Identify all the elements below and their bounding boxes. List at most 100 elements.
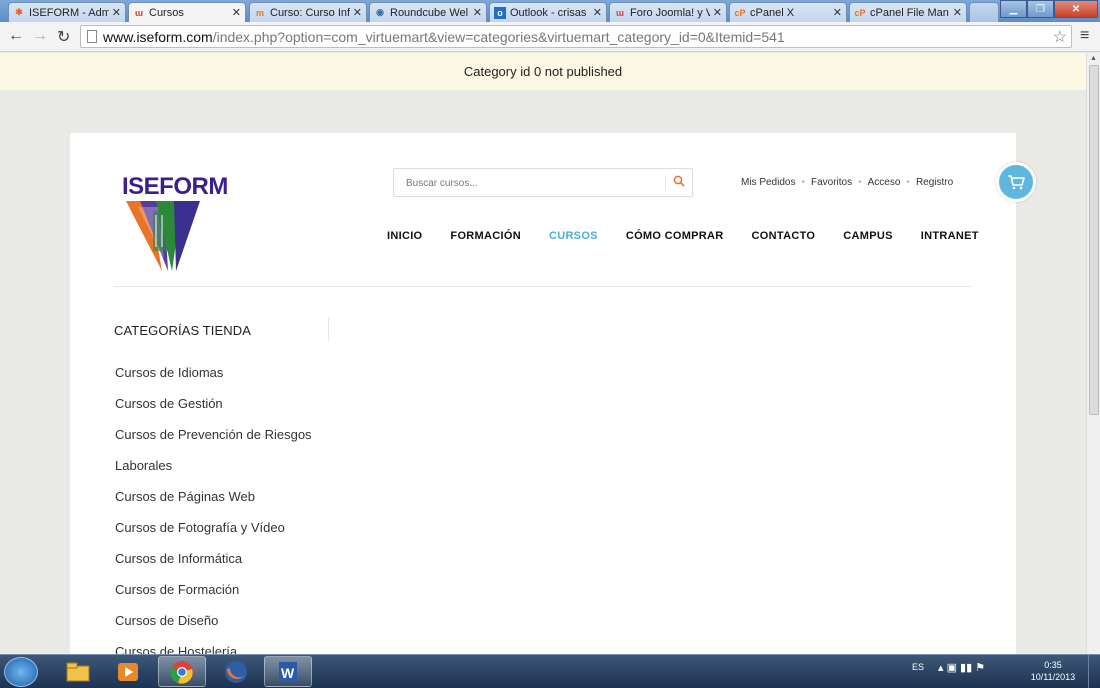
category-prevencion-riesgos-cont[interactable]: Laborales bbox=[115, 452, 315, 480]
close-tab-icon[interactable]: ✕ bbox=[713, 6, 722, 19]
bookmark-star-icon[interactable]: ☆ bbox=[1053, 27, 1067, 47]
tray-icons[interactable]: ▴ ▣ ▮▮ ⚑ bbox=[938, 661, 985, 674]
category-formacion[interactable]: Cursos de Formación bbox=[115, 576, 315, 604]
w-icon: ɯ bbox=[134, 7, 143, 18]
scrollbar-thumb[interactable] bbox=[1089, 65, 1099, 415]
cpanel-icon: cP bbox=[734, 7, 746, 18]
close-tab-icon[interactable]: ✕ bbox=[232, 6, 241, 19]
nav-como-comprar[interactable]: CÓMO COMPRAR bbox=[626, 230, 724, 242]
tab-roundcube[interactable]: ◉ Roundcube Wel ✕ bbox=[369, 2, 487, 22]
roundcube-icon: ◉ bbox=[376, 7, 384, 17]
main-navigation: INICIO FORMACIÓN CURSOS CÓMO COMPRAR CON… bbox=[387, 230, 1007, 242]
nav-contacto[interactable]: CONTACTO bbox=[752, 230, 816, 242]
nav-intranet[interactable]: INTRANET bbox=[921, 230, 979, 242]
vertical-scrollbar[interactable]: ▲ bbox=[1086, 53, 1100, 654]
top-links: Mis Pedidos • Favoritos • Acceso • Registro bbox=[741, 177, 953, 188]
cart-button[interactable] bbox=[996, 162, 1036, 202]
explorer-icon[interactable] bbox=[54, 656, 102, 687]
language-indicator[interactable]: ES bbox=[912, 662, 924, 672]
forward-icon[interactable]: → bbox=[32, 27, 48, 45]
tab-title: cPanel File Man bbox=[870, 6, 949, 19]
word-icon[interactable]: W bbox=[264, 656, 312, 687]
close-tab-icon[interactable]: ✕ bbox=[833, 6, 842, 19]
browser-menu-icon[interactable]: ≡ bbox=[1080, 27, 1089, 45]
category-idiomas[interactable]: Cursos de Idiomas bbox=[115, 359, 315, 387]
link-mis-pedidos[interactable]: Mis Pedidos bbox=[741, 177, 795, 188]
categories-heading: CATEGORÍAS TIENDA bbox=[114, 323, 252, 338]
tab-cpanel-file-manager[interactable]: cP cPanel File Man ✕ bbox=[849, 2, 967, 22]
outlook-icon: o bbox=[494, 6, 506, 19]
media-player-icon[interactable] bbox=[104, 656, 152, 687]
category-diseno[interactable]: Cursos de Diseño bbox=[115, 607, 315, 635]
link-favoritos[interactable]: Favoritos bbox=[811, 177, 852, 188]
firefox-icon[interactable] bbox=[212, 656, 260, 687]
close-tab-icon[interactable]: ✕ bbox=[593, 6, 602, 19]
page-icon bbox=[87, 30, 97, 43]
header-divider bbox=[114, 286, 972, 287]
tab-curso-inf[interactable]: m Curso: Curso Inf ✕ bbox=[249, 2, 367, 22]
nav-cursos[interactable]: CURSOS bbox=[549, 230, 598, 242]
category-prevencion-riesgos[interactable]: Cursos de Prevención de Riesgos bbox=[115, 421, 315, 449]
close-tab-icon[interactable]: ✕ bbox=[112, 6, 121, 19]
url-path: /index.php?option=com_virtuemart&view=ca… bbox=[212, 29, 785, 45]
moodle-icon: m bbox=[255, 7, 264, 18]
search-input[interactable]: Buscar cursos... bbox=[406, 178, 478, 189]
url-host: www.iseform.com bbox=[103, 29, 213, 45]
nav-formacion[interactable]: FORMACIÓN bbox=[450, 230, 521, 242]
joomla-icon: ✱ bbox=[15, 7, 23, 17]
tab-outlook[interactable]: o Outlook - crisas ✕ bbox=[489, 2, 607, 22]
tab-iseform-admin[interactable]: ✱ ISEFORM - Adm ✕ bbox=[8, 2, 126, 22]
separator-dot: • bbox=[801, 177, 805, 188]
chrome-icon[interactable] bbox=[158, 656, 206, 687]
tab-title: Outlook - crisas bbox=[510, 6, 587, 19]
maximize-icon[interactable]: ❐ bbox=[1027, 0, 1054, 18]
tab-title: Cursos bbox=[149, 6, 184, 19]
tab-cursos[interactable]: ɯ Cursos ✕ bbox=[128, 2, 246, 22]
category-informatica[interactable]: Cursos de Informática bbox=[115, 545, 315, 573]
close-window-icon[interactable]: ✕ bbox=[1054, 0, 1098, 18]
site-container: ISEFORM Buscar cursos... Mis Pedidos • Fav… bbox=[70, 133, 1016, 654]
category-paginas-web[interactable]: Cursos de Páginas Web bbox=[115, 483, 315, 511]
clock-time: 0:35 bbox=[1044, 660, 1062, 670]
tab-title: Roundcube Wel bbox=[390, 6, 469, 19]
tab-title: Foro Joomla! y V bbox=[630, 6, 710, 19]
link-acceso[interactable]: Acceso bbox=[868, 177, 901, 188]
system-message: Category id 0 not published bbox=[0, 53, 1086, 90]
tab-title: Curso: Curso Inf bbox=[270, 6, 350, 19]
show-desktop-button[interactable] bbox=[1088, 655, 1100, 688]
back-icon[interactable]: ← bbox=[8, 27, 24, 45]
search-icon[interactable] bbox=[673, 175, 685, 187]
close-tab-icon[interactable]: ✕ bbox=[953, 6, 962, 19]
browser-tab-strip: ✱ ISEFORM - Adm ✕ ɯ Cursos ✕ m Curso: Cu… bbox=[0, 0, 1100, 22]
scroll-up-icon[interactable]: ▲ bbox=[1090, 55, 1097, 62]
new-tab-button[interactable] bbox=[969, 2, 999, 22]
svg-text:W: W bbox=[281, 665, 295, 681]
tab-cpanel[interactable]: cP cPanel X ✕ bbox=[729, 2, 847, 22]
close-tab-icon[interactable]: ✕ bbox=[353, 6, 362, 19]
category-gestion[interactable]: Cursos de Gestión bbox=[115, 390, 315, 418]
column-divider bbox=[328, 317, 329, 341]
category-fotografia-video[interactable]: Cursos de Fotografía y Vídeo bbox=[115, 514, 315, 542]
separator-dot: • bbox=[858, 177, 862, 188]
windows-taskbar: W ES ▴ ▣ ▮▮ ⚑ 0:35 10/11/2013 bbox=[0, 654, 1100, 688]
browser-toolbar: ← → ↻ www.iseform.com/index.php?option=c… bbox=[0, 22, 1100, 52]
link-registro[interactable]: Registro bbox=[916, 177, 953, 188]
clock-date: 10/11/2013 bbox=[1030, 672, 1076, 682]
minimize-icon[interactable]: ▁ bbox=[1000, 0, 1027, 18]
window-controls: ▁ ❐ ✕ bbox=[1000, 0, 1098, 18]
category-hosteleria[interactable]: Cursos de Hostelería bbox=[115, 638, 315, 654]
start-button[interactable] bbox=[4, 657, 38, 687]
nav-inicio[interactable]: INICIO bbox=[387, 230, 422, 242]
close-tab-icon[interactable]: ✕ bbox=[473, 6, 482, 19]
system-message-text: Category id 0 not published bbox=[463, 64, 623, 79]
tab-foro-joomla[interactable]: ɯ Foro Joomla! y V ✕ bbox=[609, 2, 727, 22]
search-divider bbox=[665, 175, 666, 191]
reload-icon[interactable]: ↻ bbox=[57, 27, 70, 47]
address-bar[interactable]: www.iseform.com/index.php?option=com_vir… bbox=[80, 25, 1072, 48]
search-box[interactable]: Buscar cursos... bbox=[393, 168, 693, 197]
clock[interactable]: 0:35 10/11/2013 bbox=[1022, 659, 1084, 683]
nav-campus[interactable]: CAMPUS bbox=[843, 230, 892, 242]
w-icon: ɯ bbox=[615, 7, 624, 18]
tab-title: cPanel X bbox=[750, 6, 795, 19]
logo-text: ISEFORM bbox=[122, 173, 228, 200]
